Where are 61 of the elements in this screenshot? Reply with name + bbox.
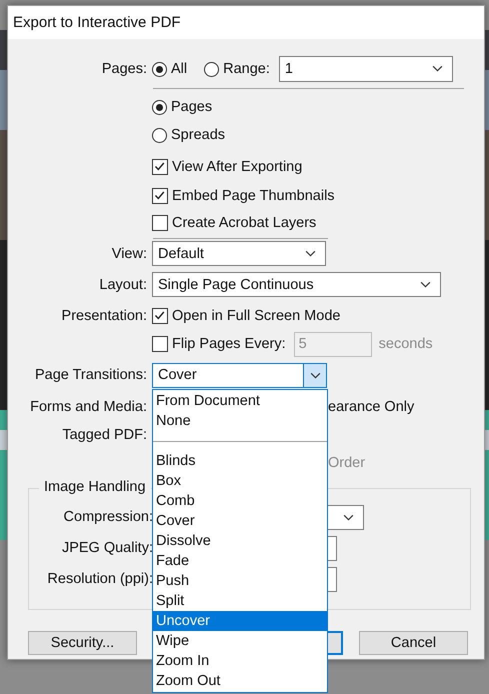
field-label: Tagged PDF: [62,427,147,443]
field-label: Page Transitions: [34,367,147,383]
list-option[interactable]: From Document [153,391,327,411]
radio-label: Spreads [171,127,226,143]
chevron-icon [432,65,443,72]
window-title: Export to Interactive PDF [13,14,181,31]
field-label: Forms and Media: [30,399,147,415]
list-option[interactable]: Split [153,591,327,611]
chevron-icon [420,281,431,288]
list-option[interactable]: Comb [153,491,327,511]
checkmark-icon [153,309,166,322]
checkbox[interactable] [152,336,168,352]
radio-button[interactable] [152,62,167,76]
chevron-icon [310,372,321,378]
radio-label: Pages [171,99,212,115]
option-label: Order [328,455,366,471]
checkbox[interactable] [152,308,168,324]
field-label: Layout: [99,276,147,292]
field-label: Presentation: [62,308,147,324]
list-option[interactable]: Uncover [153,611,327,631]
unit-label: seconds [378,336,433,352]
checkbox[interactable] [152,188,168,204]
field-label: JPEG Quality: [62,540,153,556]
cancel-button[interactable]: Cancel [359,631,468,655]
checkbox-label: View After Exporting [172,158,302,174]
list-option[interactable]: Zoom Out [153,671,327,691]
option-label: earance Only [328,399,414,415]
layout-dropdown[interactable]: Single Page Continuous [152,272,441,297]
list-option[interactable]: None [153,411,327,431]
field-label: Pages: [102,61,147,77]
list-option[interactable]: Blinds [153,451,327,471]
checkbox-label: Create Acrobat Layers [172,215,316,231]
view-dropdown[interactable]: Default [152,241,326,266]
checkbox[interactable] [152,158,168,174]
field-label: Resolution (ppi): [47,571,153,587]
field-label: Compression: [64,509,153,525]
list-option[interactable]: Cover [153,511,327,531]
security-button[interactable]: Security... [28,631,137,655]
checkmark-icon [153,160,166,172]
radio-button[interactable] [204,62,220,76]
radio-button[interactable] [152,128,167,142]
list-option[interactable]: Box [153,471,327,491]
checkbox[interactable] [152,215,168,231]
list-option[interactable]: Dissolve [153,531,327,551]
list-option[interactable]: Wipe [153,631,327,651]
checkbox-label: Flip Pages Every: [172,336,286,352]
radio-label: All [171,61,188,77]
list-option[interactable]: Fade [153,551,327,571]
radio-button[interactable] [152,100,167,114]
field-label: View: [112,246,147,262]
checkbox-label: Embed Page Thumbnails [172,188,335,204]
checkmark-icon [153,188,166,202]
chevron-icon [343,514,354,520]
range-field[interactable]: 1 [278,56,453,82]
list-option[interactable]: Zoom In [153,651,327,671]
list-option[interactable]: Push [153,571,327,591]
radio-label: Range: [223,61,270,77]
page-transitions-dropdown[interactable]: Cover [152,362,327,388]
chevron-icon [305,250,316,257]
checkbox-label: Open in Full Screen Mode [172,308,340,324]
group-title: Image Handling [39,479,151,495]
